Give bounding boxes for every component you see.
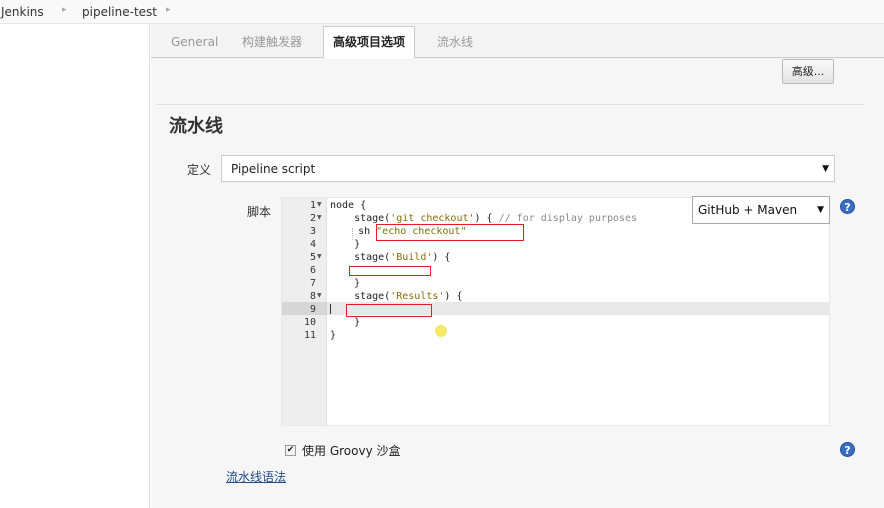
breadcrumb: Jenkins ▸ pipeline-test ▸	[0, 0, 884, 24]
definition-label: 定义	[187, 163, 212, 177]
caret-down-icon: ▼	[822, 164, 829, 174]
line-number: 2	[309, 213, 316, 224]
fold-arrow-icon[interactable]: ▼	[317, 201, 322, 208]
line-number: 7	[309, 278, 316, 289]
tab-advanced-project-options[interactable]: 高级项目选项	[323, 26, 416, 59]
line-number: 10	[303, 317, 316, 328]
help-icon[interactable]: ?	[840, 199, 855, 214]
definition-select[interactable]: Pipeline script ▼	[221, 155, 835, 182]
annotation-box	[346, 304, 432, 317]
fold-arrow-icon[interactable]: ▼	[317, 292, 322, 299]
line-number: 6	[309, 265, 316, 276]
code-line: }	[330, 330, 337, 341]
section-divider	[156, 104, 864, 105]
pipeline-syntax-link[interactable]: 流水线语法	[226, 468, 286, 485]
text-cursor	[330, 304, 331, 314]
code-line: }	[330, 239, 361, 250]
code-line: }	[330, 278, 361, 289]
annotation-box	[376, 224, 524, 241]
chevron-right-icon[interactable]: ▸	[166, 5, 171, 15]
mouse-pointer-highlight	[435, 325, 447, 337]
fold-arrow-icon[interactable]: ▼	[317, 214, 322, 221]
section-title: 流水线	[169, 116, 223, 137]
line-number: 11	[303, 330, 316, 341]
line-number: 3	[309, 226, 316, 237]
groovy-sandbox: ✔ 使用 Groovy 沙盒	[285, 442, 401, 458]
config-tabs: General 构建触发器 高级项目选项 流水线	[151, 24, 884, 59]
script-sample-select[interactable]: GitHub + Maven ▼	[692, 196, 830, 224]
script-sample-value: GitHub + Maven	[698, 203, 798, 217]
sandbox-label: 使用 Groovy 沙盒	[302, 444, 401, 458]
code-line: }	[330, 317, 361, 328]
fold-arrow-icon[interactable]: ▼	[317, 253, 322, 260]
code-line: stage('Results') {	[330, 291, 463, 302]
code-line: node {	[330, 200, 367, 211]
chevron-right-icon[interactable]: ▸	[62, 5, 67, 15]
tab-pipeline[interactable]: 流水线	[437, 30, 473, 58]
sidebar	[0, 24, 150, 508]
breadcrumb-pipeline-test[interactable]: pipeline-test	[82, 5, 157, 19]
line-number: 9	[309, 304, 316, 315]
script-editor[interactable]: 1 2 3 4 5 6 7 8 9 10 11 ▼ ▼ ▼ ▼ node { s…	[281, 197, 830, 426]
code-line: stage('Build') {	[330, 252, 451, 263]
caret-down-icon: ▼	[817, 205, 824, 215]
line-number: 5	[309, 252, 316, 263]
script-label: 脚本	[247, 205, 272, 219]
code-line: stage('git checkout') { // for display p…	[330, 213, 638, 224]
line-number: 4	[309, 239, 316, 250]
tab-general[interactable]: General	[171, 30, 218, 58]
sandbox-checkbox[interactable]: ✔	[285, 445, 296, 456]
definition-value: Pipeline script	[231, 162, 316, 176]
annotation-box	[349, 266, 431, 276]
tab-build-triggers[interactable]: 构建触发器	[242, 30, 302, 58]
line-number: 1	[309, 200, 316, 211]
help-icon[interactable]: ?	[840, 442, 855, 457]
line-number: 8	[309, 291, 316, 302]
breadcrumb-jenkins[interactable]: Jenkins	[1, 5, 44, 19]
advanced-button[interactable]: 高级...	[782, 59, 834, 84]
config-panel: General 构建触发器 高级项目选项 流水线 高级... 流水线 定义 Pi…	[151, 24, 884, 508]
